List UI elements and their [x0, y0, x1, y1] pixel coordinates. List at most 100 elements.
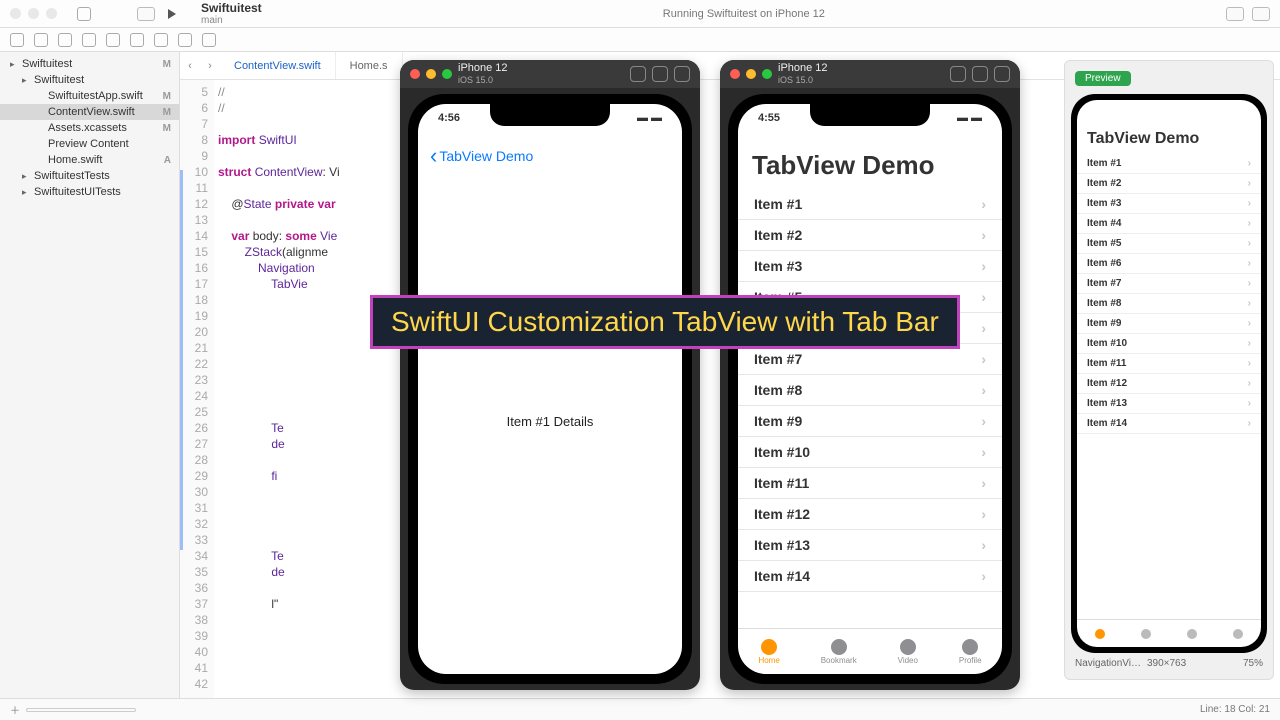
- nav-back-button[interactable]: TabView Demo: [418, 144, 682, 168]
- breakpoint-nav-icon[interactable]: [178, 33, 192, 47]
- preview-footer: NavigationVi… 390×763 75%: [1071, 653, 1267, 673]
- canvas-preview: Preview TabView Demo Item #1›Item #2› Ite…: [1064, 60, 1274, 680]
- simulator-group: iPhone 12iOS 15.0 4:56▬ ▬ TabView Demo I…: [400, 60, 1020, 690]
- preview-list-item: Item #4›: [1077, 214, 1261, 234]
- sidebar-toggle-icon[interactable]: [77, 7, 91, 21]
- list-item[interactable]: Item #10›: [738, 437, 1002, 468]
- tabbar-item-video[interactable]: Video: [898, 639, 918, 665]
- library-button[interactable]: [1252, 7, 1270, 21]
- sidebar-item[interactable]: ContentView.swiftM: [0, 104, 179, 120]
- filter-input[interactable]: [26, 708, 136, 712]
- cursor-position: Line: 18 Col: 21: [1200, 704, 1270, 715]
- preview-list-item: Item #8›: [1077, 294, 1261, 314]
- add-target-icon[interactable]: ＋: [10, 702, 20, 717]
- build-status-text: Running Swiftuitest on iPhone 12: [270, 8, 1218, 20]
- sim-min-icon[interactable]: [426, 69, 436, 79]
- list-item[interactable]: Item #14›: [738, 561, 1002, 592]
- preview-list-item: Item #5›: [1077, 234, 1261, 254]
- navigator-toolbar: [0, 28, 1280, 52]
- preview-list-item: Item #6›: [1077, 254, 1261, 274]
- tabbar-item-profile[interactable]: Profile: [959, 639, 982, 665]
- preview-tab-video-icon[interactable]: [1187, 629, 1197, 639]
- sim2-device-label: iPhone 12iOS 15.0: [778, 62, 944, 86]
- list-item[interactable]: Item #13›: [738, 530, 1002, 561]
- list-item[interactable]: Item #3›: [738, 251, 1002, 282]
- tab-home[interactable]: Home.s: [336, 52, 403, 79]
- tabbar-item-home[interactable]: Home: [758, 639, 779, 665]
- preview-tabbar: [1077, 619, 1261, 647]
- branch-label: main: [201, 15, 262, 26]
- ios-tabbar: Home Bookmark Video Profile: [738, 628, 1002, 674]
- list-item[interactable]: Item #9›: [738, 406, 1002, 437]
- traffic-lights: [10, 8, 57, 19]
- list-view[interactable]: Item #1›Item #2›Item #3›Item #5›Item #6›…: [738, 189, 1002, 628]
- debug-nav-icon[interactable]: [154, 33, 168, 47]
- rotate-icon[interactable]: [674, 66, 690, 82]
- preview-chip[interactable]: Preview: [1075, 71, 1131, 86]
- preview-list-item: Item #2›: [1077, 174, 1261, 194]
- preview-tab-bookmark-icon[interactable]: [1141, 629, 1151, 639]
- home-icon[interactable]: [950, 66, 966, 82]
- screenshot-icon[interactable]: [652, 66, 668, 82]
- stop-button[interactable]: [137, 7, 155, 21]
- sim-max-icon[interactable]: [442, 69, 452, 79]
- folder-nav-icon[interactable]: [10, 33, 24, 47]
- zoom-dot[interactable]: [46, 8, 57, 19]
- tabbar-item-bookmark[interactable]: Bookmark: [821, 639, 857, 665]
- preview-size: 390×763: [1147, 658, 1186, 669]
- nav-fwd-icon[interactable]: ›: [200, 60, 220, 72]
- preview-list-item: Item #13›: [1077, 394, 1261, 414]
- sidebar-item[interactable]: ▸SwiftuitestUITests: [0, 184, 179, 200]
- run-button[interactable]: [168, 9, 176, 19]
- preview-title: TabView Demo: [1077, 100, 1261, 154]
- preview-list-item: Item #9›: [1077, 314, 1261, 334]
- list-item[interactable]: Item #2›: [738, 220, 1002, 251]
- sidebar-item[interactable]: ▸SwiftuitestTests: [0, 168, 179, 184]
- list-title: TabView Demo: [738, 144, 1002, 189]
- find-nav-icon[interactable]: [82, 33, 96, 47]
- sidebar-item[interactable]: Home.swiftA: [0, 152, 179, 168]
- sidebar-item[interactable]: ▸SwiftuitestM: [0, 56, 179, 72]
- sidebar-item[interactable]: SwiftuitestApp.swiftM: [0, 88, 179, 104]
- minimize-dot[interactable]: [28, 8, 39, 19]
- window-titlebar: Swiftuitest main Running Swiftuitest on …: [0, 0, 1280, 28]
- nav-back-icon[interactable]: ‹: [180, 60, 200, 72]
- preview-list-item: Item #11›: [1077, 354, 1261, 374]
- sim1-device-label: iPhone 12iOS 15.0: [458, 62, 624, 86]
- detail-text: Item #1 Details: [418, 168, 682, 674]
- sim-max-icon[interactable]: [762, 69, 772, 79]
- preview-tab-profile-icon[interactable]: [1233, 629, 1243, 639]
- preview-list-item: Item #7›: [1077, 274, 1261, 294]
- rotate-icon[interactable]: [994, 66, 1010, 82]
- sim2-header: iPhone 12iOS 15.0: [720, 60, 1020, 88]
- sim-min-icon[interactable]: [746, 69, 756, 79]
- simulator-list: iPhone 12iOS 15.0 4:55▬ ▬ TabView Demo I…: [720, 60, 1020, 690]
- preview-list-item: Item #1›: [1077, 154, 1261, 174]
- ios-statusbar: 4:55▬ ▬: [738, 112, 1002, 124]
- test-nav-icon[interactable]: [130, 33, 144, 47]
- screenshot-icon[interactable]: [972, 66, 988, 82]
- report-nav-icon[interactable]: [202, 33, 216, 47]
- close-dot[interactable]: [10, 8, 21, 19]
- sidebar-item[interactable]: Preview Content: [0, 136, 179, 152]
- sidebar-item[interactable]: Assets.xcassetsM: [0, 120, 179, 136]
- project-name[interactable]: Swiftuitest: [201, 1, 262, 15]
- sidebar-item[interactable]: ▸Swiftuitest: [0, 72, 179, 88]
- sim-close-icon[interactable]: [730, 69, 740, 79]
- list-item[interactable]: Item #8›: [738, 375, 1002, 406]
- preview-tab-home-icon[interactable]: [1095, 629, 1105, 639]
- home-icon[interactable]: [630, 66, 646, 82]
- tab-contentview[interactable]: ContentView.swift: [220, 52, 336, 79]
- list-item[interactable]: Item #11›: [738, 468, 1002, 499]
- window-statusbar: ＋ Line: 18 Col: 21: [0, 698, 1280, 720]
- preview-list-item: Item #10›: [1077, 334, 1261, 354]
- add-button[interactable]: [1226, 7, 1244, 21]
- sim-close-icon[interactable]: [410, 69, 420, 79]
- list-item[interactable]: Item #12›: [738, 499, 1002, 530]
- preview-list-item: Item #14›: [1077, 414, 1261, 434]
- overlay-banner: SwiftUI Customization TabView with Tab B…: [370, 295, 960, 349]
- scm-nav-icon[interactable]: [34, 33, 48, 47]
- list-item[interactable]: Item #1›: [738, 189, 1002, 220]
- symbol-nav-icon[interactable]: [58, 33, 72, 47]
- issue-nav-icon[interactable]: [106, 33, 120, 47]
